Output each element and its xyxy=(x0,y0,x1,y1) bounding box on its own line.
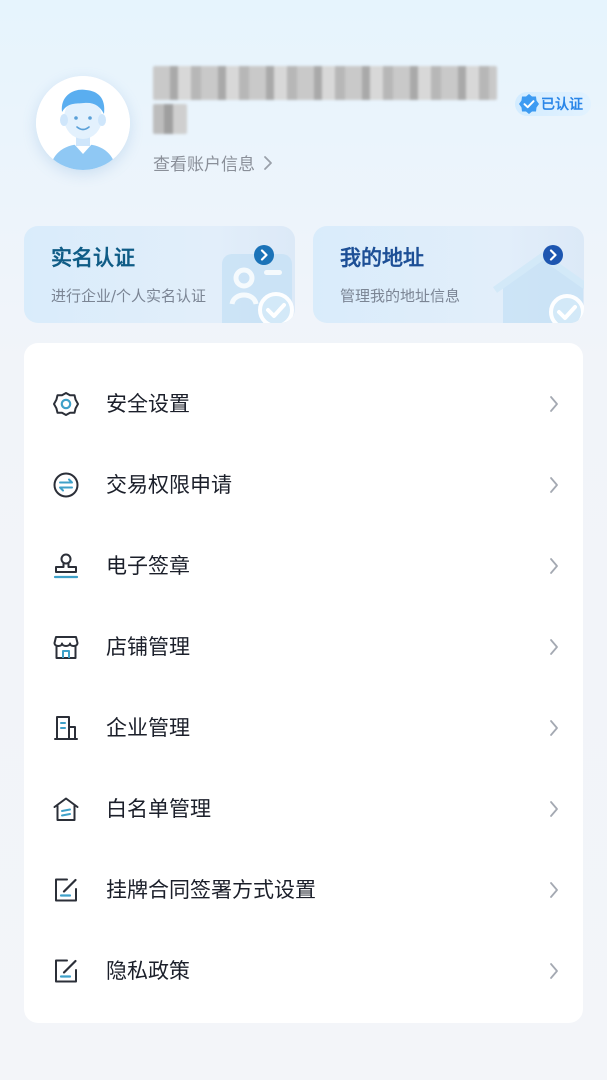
menu-item-listing-contract-signing[interactable]: 挂牌合同签署方式设置 xyxy=(24,849,583,930)
my-address-card[interactable]: 我的地址 管理我的地址信息 xyxy=(313,226,584,323)
menu-item-label: 店铺管理 xyxy=(106,635,190,659)
menu-item-store-management[interactable]: 店铺管理 xyxy=(24,606,583,687)
username-masked xyxy=(153,66,497,100)
edit-icon xyxy=(55,878,77,902)
verified-check-icon xyxy=(519,94,539,114)
avatar[interactable] xyxy=(36,76,130,170)
card-subtitle: 管理我的地址信息 xyxy=(340,287,461,305)
menu-item-label: 隐私政策 xyxy=(106,959,190,983)
menu-item-label: 安全设置 xyxy=(106,392,190,416)
user-avatar-icon xyxy=(36,76,130,170)
menu-item-label: 电子签章 xyxy=(106,554,190,578)
menu-item-e-signature[interactable]: 电子签章 xyxy=(24,525,583,606)
chevron-right-icon xyxy=(264,155,272,170)
real-name-verification-card[interactable]: 实名认证 进行企业/个人实名认证 xyxy=(24,226,295,323)
stamp-icon xyxy=(53,553,79,579)
menu-item-privacy-policy[interactable]: 隐私政策 xyxy=(24,930,583,1011)
verified-badge-label: 已认证 xyxy=(541,97,583,113)
house-list-icon xyxy=(53,797,79,821)
menu-item-label: 交易权限申请 xyxy=(106,473,232,497)
chevron-right-icon xyxy=(550,882,558,898)
chevron-right-icon xyxy=(550,639,558,655)
gear-icon xyxy=(53,392,79,416)
store-icon xyxy=(53,636,79,659)
chevron-right-icon xyxy=(550,558,558,574)
menu-item-label: 白名单管理 xyxy=(106,797,211,821)
menu-item-whitelist-management[interactable]: 白名单管理 xyxy=(24,768,583,849)
card-title: 实名认证 xyxy=(51,246,135,270)
chevron-right-icon xyxy=(550,477,558,493)
menu-item-enterprise-management[interactable]: 企业管理 xyxy=(24,687,583,768)
profile-header: 已认证 查看账户信息 xyxy=(0,0,607,210)
card-subtitle: 进行企业/个人实名认证 xyxy=(51,287,207,305)
menu-item-trade-permission[interactable]: 交易权限申请 xyxy=(24,444,583,525)
card-title: 我的地址 xyxy=(340,246,424,270)
chevron-right-icon xyxy=(550,720,558,736)
chevron-right-icon xyxy=(550,396,558,412)
id-card-check-icon xyxy=(222,254,294,323)
view-account-info-label: 查看账户信息 xyxy=(153,155,255,175)
arrow-right-circle-icon xyxy=(543,245,563,265)
building-icon xyxy=(54,716,78,740)
username-masked-line2 xyxy=(153,104,187,134)
menu-item-security-settings[interactable]: 安全设置 xyxy=(24,363,583,444)
exchange-icon xyxy=(53,472,79,498)
chevron-right-icon xyxy=(550,963,558,979)
menu-item-label: 挂牌合同签署方式设置 xyxy=(106,878,316,902)
arrow-right-circle-icon xyxy=(254,245,274,265)
chevron-right-icon xyxy=(550,801,558,817)
house-check-icon xyxy=(492,252,584,323)
menu-item-label: 企业管理 xyxy=(106,716,190,740)
verified-badge: 已认证 xyxy=(515,92,591,116)
view-account-info-link[interactable]: 查看账户信息 xyxy=(153,150,273,175)
edit-icon xyxy=(55,959,77,983)
settings-menu: 安全设置 交易权限申请 电子签章 店铺管理 企业管理 白名单管理 挂牌合同签署方… xyxy=(24,343,583,1023)
